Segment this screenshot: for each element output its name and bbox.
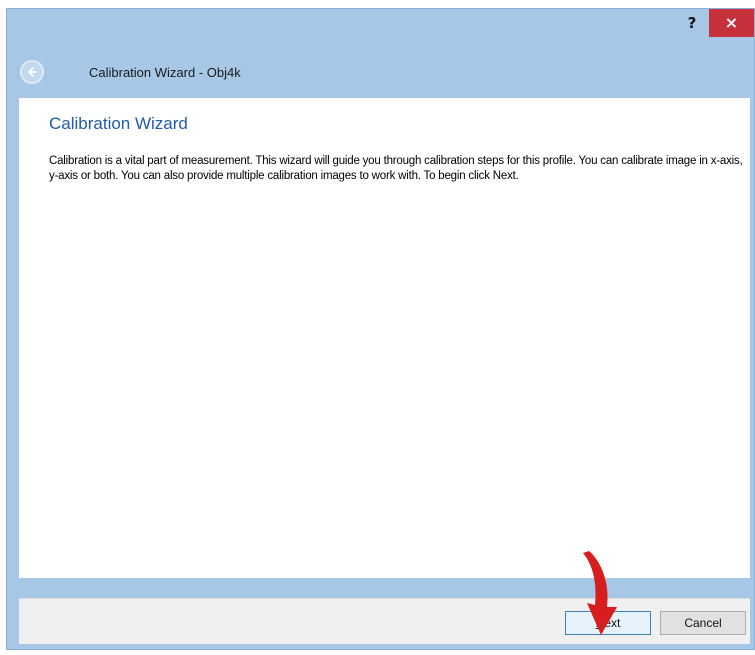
- wizard-description: Calibration is a vital part of measureme…: [49, 155, 743, 182]
- title-bar-buttons: ? ×: [675, 9, 754, 37]
- next-button[interactable]: Next: [565, 611, 651, 635]
- cancel-button[interactable]: Cancel: [660, 611, 746, 635]
- help-button[interactable]: ?: [675, 9, 709, 37]
- wizard-content-panel: Calibration Wizard Calibration is a vita…: [19, 98, 750, 578]
- close-button[interactable]: ×: [709, 9, 754, 37]
- next-label: ext: [604, 616, 621, 630]
- wizard-window: ? × Calibration Wizard - Obj4k Calibrati…: [6, 8, 755, 650]
- navigation-bar: Calibration Wizard - Obj4k: [7, 57, 754, 87]
- back-button[interactable]: [20, 60, 44, 84]
- back-arrow-icon: [28, 67, 37, 77]
- wizard-footer: Next Cancel: [19, 598, 750, 644]
- window-title: Calibration Wizard - Obj4k: [89, 64, 241, 80]
- page-title: Calibration Wizard: [49, 114, 188, 133]
